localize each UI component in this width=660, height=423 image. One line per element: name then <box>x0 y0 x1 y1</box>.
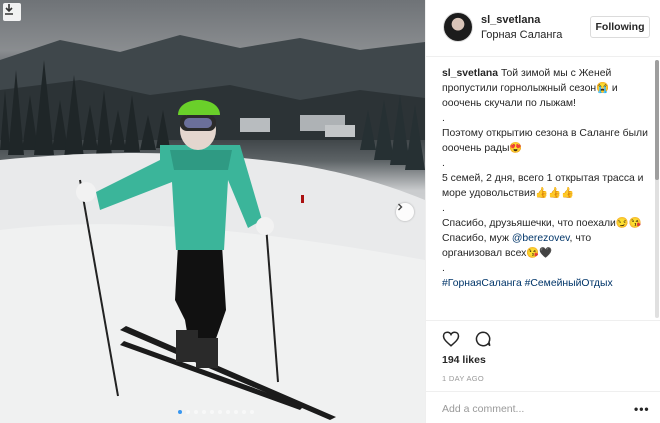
carousel-dots <box>178 410 254 414</box>
hashtags-link[interactable]: #ГорнаяСаланга #СемейныйОтдых <box>442 276 649 291</box>
chevron-right-icon[interactable] <box>396 203 414 221</box>
avatar[interactable] <box>443 12 473 42</box>
comment-input[interactable] <box>442 400 622 418</box>
carousel-dot <box>218 410 222 414</box>
ski-scene <box>0 35 425 423</box>
caption-username[interactable]: sl_svetlana <box>442 68 498 79</box>
download-icon[interactable] <box>3 3 21 21</box>
caption-line: Спасибо, муж @berezovev, что организовал… <box>442 231 649 261</box>
carousel-dot <box>178 410 182 414</box>
caption-dot: . <box>442 263 445 274</box>
carousel-dot <box>234 410 238 414</box>
carousel-dot <box>250 410 254 414</box>
post-date: 1 DAY AGO <box>442 374 485 383</box>
post-actions: 194 likes 1 DAY AGO ••• <box>426 320 660 423</box>
caption-text: Спасибо, муж <box>442 233 512 244</box>
caption-dot: . <box>442 113 445 124</box>
post-header: sl_svetlana Горная Саланга Following <box>426 0 660 57</box>
carousel-dot <box>210 410 214 414</box>
caption-line: sl_svetlana Той зимой мы с Женей пропуст… <box>442 66 649 111</box>
mention-link[interactable]: @berezovev <box>512 233 570 244</box>
carousel-dot <box>186 410 190 414</box>
post-photo[interactable] <box>0 0 425 423</box>
caption-dot: . <box>442 203 445 214</box>
caption-text: 5 семей, 2 дня, всего 1 открытая трасса … <box>442 173 644 199</box>
comment-icon[interactable] <box>474 330 494 350</box>
carousel-dot <box>202 410 206 414</box>
carousel-dot <box>226 410 230 414</box>
likes-count[interactable]: 194 likes <box>442 354 486 366</box>
heart-icon[interactable] <box>442 330 462 350</box>
post-sidebar: sl_svetlana Горная Саланга Following sl_… <box>425 0 660 423</box>
following-button[interactable]: Following <box>590 16 650 38</box>
carousel-dot <box>194 410 198 414</box>
caption-text: Спасибо, друзьяшечки, что поехали😏😘 <box>442 218 642 229</box>
caption-dot: . <box>442 158 445 169</box>
more-options-icon[interactable]: ••• <box>634 402 650 416</box>
add-comment-bar: ••• <box>426 391 660 423</box>
caption-scrollbar[interactable] <box>655 60 659 318</box>
location-link[interactable]: Горная Саланга <box>481 29 562 41</box>
caption-text: Поэтому открытию сезона в Саланге были о… <box>442 128 648 154</box>
username-link[interactable]: sl_svetlana <box>481 14 540 26</box>
scrollbar-thumb[interactable] <box>655 60 659 180</box>
carousel-dot <box>242 410 246 414</box>
caption-area: sl_svetlana Той зимой мы с Женей пропуст… <box>426 58 660 320</box>
